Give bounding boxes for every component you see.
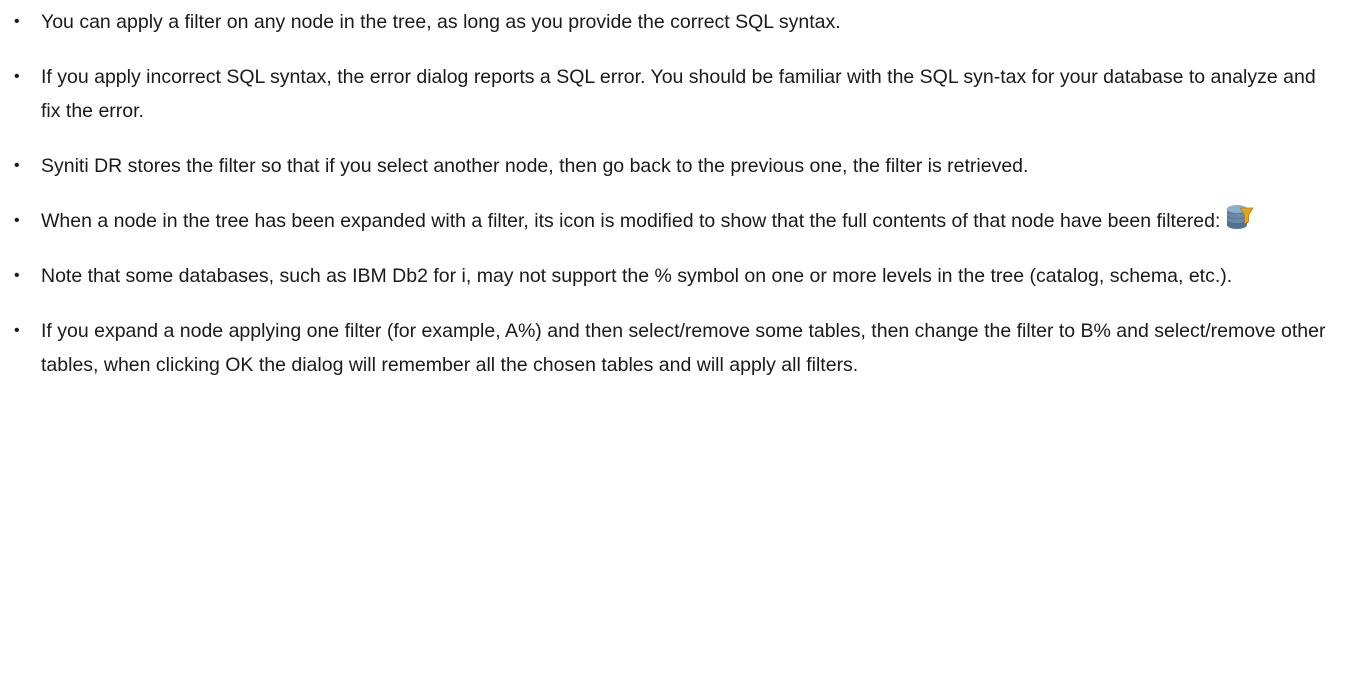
database-filter-icon [1226, 205, 1255, 231]
bullet-marker: • [14, 212, 20, 229]
note-text: Note that some databases, such as IBM Db… [41, 265, 1233, 287]
note-text: If you apply incorrect SQL syntax, the e… [41, 66, 1316, 122]
notes-bullet-list: • You can apply a filter on any node in … [0, 5, 1346, 382]
note-text: You can apply a filter on any node in th… [41, 11, 841, 33]
bullet-marker: • [14, 157, 20, 174]
note-text: Syniti DR stores the filter so that if y… [41, 155, 1029, 177]
note-item-filter-any-node: • You can apply a filter on any node in … [0, 5, 1346, 39]
bullet-marker: • [14, 68, 20, 85]
bullet-marker: • [14, 13, 20, 30]
note-item-percent-symbol: • Note that some databases, such as IBM … [0, 259, 1346, 293]
note-item-filtered-icon: • When a node in the tree has been expan… [0, 204, 1346, 238]
note-item-multiple-filters: • If you expand a node applying one filt… [0, 314, 1346, 382]
bullet-marker: • [14, 322, 20, 339]
note-item-filter-stored: • Syniti DR stores the filter so that if… [0, 149, 1346, 183]
note-text: When a node in the tree has been expande… [41, 210, 1221, 232]
bullet-marker: • [14, 267, 20, 284]
note-text: If you expand a node applying one filter… [41, 320, 1326, 376]
note-item-sql-error: • If you apply incorrect SQL syntax, the… [0, 60, 1346, 128]
